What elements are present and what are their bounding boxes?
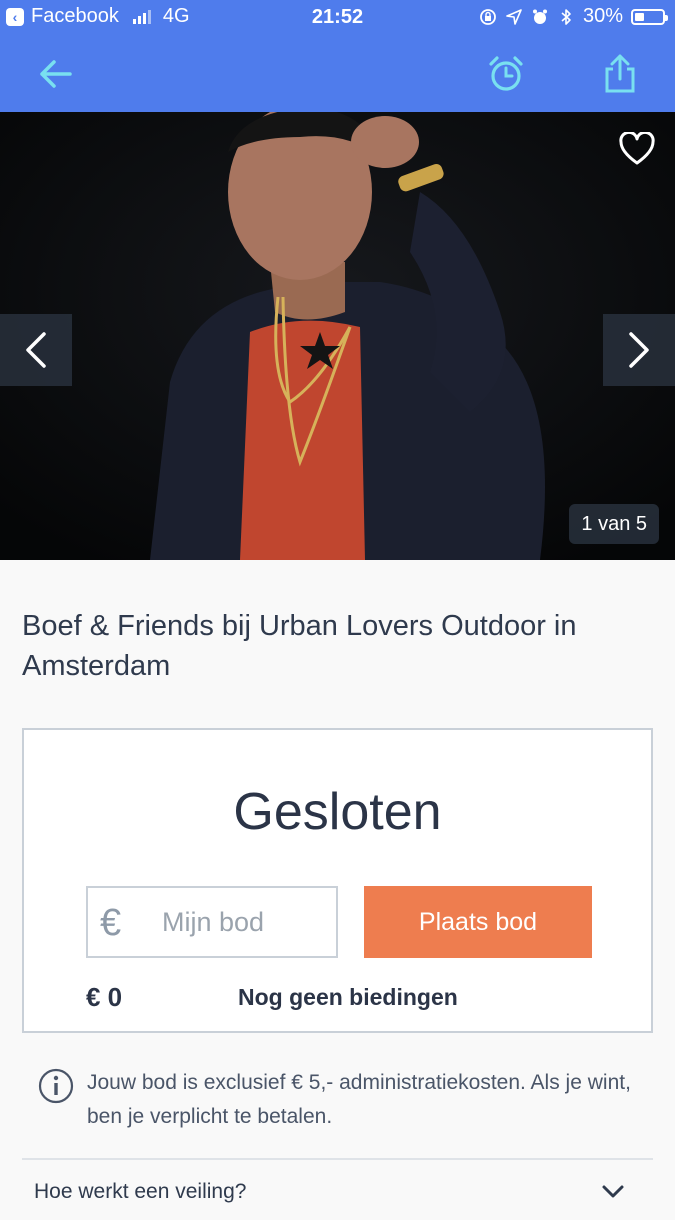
auction-status: Gesloten: [233, 783, 442, 841]
accordion-label: Hoe werkt een veiling?: [34, 1180, 247, 1203]
status-right: 30%: [479, 5, 668, 28]
chevron-left-icon: [26, 332, 46, 368]
alarm-status-icon: [531, 8, 549, 26]
status-bar: ‹ Facebook 4G 21:52 30%: [0, 0, 675, 36]
chevron-down-icon: [602, 1185, 624, 1198]
back-arrow-icon[interactable]: [36, 54, 76, 94]
info-icon: [38, 1068, 74, 1104]
admin-fee-notice: Jouw bod is exclusief € 5,- administrati…: [87, 1071, 631, 1128]
how-auction-works-accordion[interactable]: Hoe werkt een veiling?: [22, 1160, 653, 1220]
battery-icon: [631, 8, 668, 25]
event-photo-gallery[interactable]: 1 van 5: [0, 112, 675, 560]
battery-percent: 30%: [582, 5, 623, 27]
photo-counter: 1 van 5: [569, 504, 659, 544]
current-bid-amount: € 0: [86, 982, 123, 1012]
previous-photo-button[interactable]: [0, 314, 72, 386]
euro-icon: €: [100, 902, 122, 944]
bid-field[interactable]: €: [86, 886, 338, 958]
location-icon: [505, 8, 523, 26]
share-icon[interactable]: [600, 54, 640, 94]
alarm-clock-icon[interactable]: [486, 54, 526, 94]
event-photo: [0, 112, 675, 560]
rotation-lock-icon: [479, 8, 497, 26]
top-nav: [0, 36, 675, 112]
event-title: Boef & Friends bij Urban Lovers Outdoor …: [22, 610, 577, 682]
heart-icon[interactable]: [619, 130, 655, 166]
bids-status-text: Nog geen biedingen: [238, 984, 458, 1010]
next-photo-button[interactable]: [603, 314, 675, 386]
bluetooth-icon: [557, 8, 575, 26]
chevron-right-icon: [629, 332, 649, 368]
auction-panel: Gesloten € Plaats bod € 0 Nog geen biedi…: [22, 728, 653, 1033]
bid-input[interactable]: [148, 888, 328, 956]
place-bid-button[interactable]: Plaats bod: [364, 886, 592, 958]
